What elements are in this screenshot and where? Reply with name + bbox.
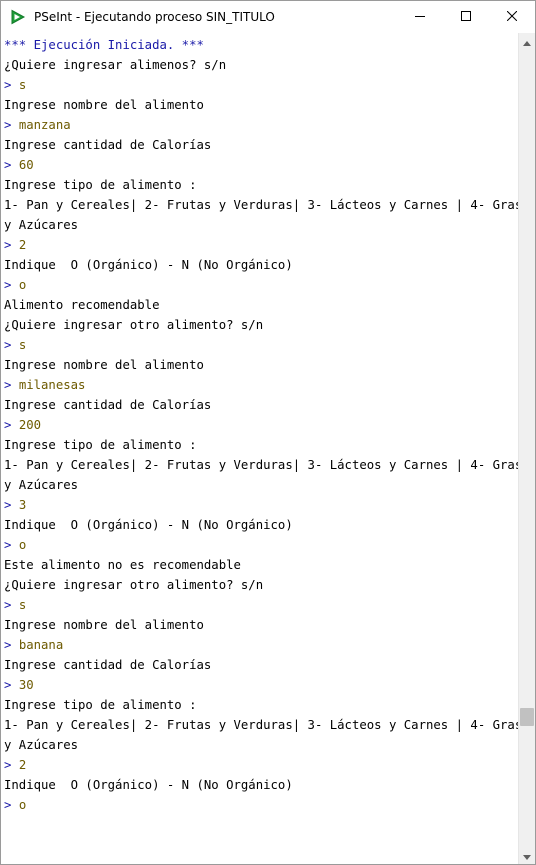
console-output-line: Ingrese cantidad de Calorías (4, 138, 212, 152)
user-input-text: o (18, 798, 27, 812)
prompt-symbol: > (4, 638, 12, 652)
prompt-symbol: > (4, 678, 12, 692)
console-output-line: Alimento recomendable (4, 298, 160, 312)
user-input-text: 60 (18, 158, 34, 172)
console-output-line: Ingrese tipo de alimento : (4, 178, 197, 192)
maximize-icon (461, 10, 471, 24)
console-output-line: Indique O (Orgánico) - N (No Orgánico) (4, 258, 293, 272)
console-output-line: Indique O (Orgánico) - N (No Orgánico) (4, 778, 293, 792)
console-output-line: Ingrese nombre del alimento (4, 618, 204, 632)
window-title: PSeInt - Ejecutando proceso SIN_TITULO (34, 9, 275, 24)
console-input-line: > 2 (4, 235, 26, 255)
prompt-symbol: > (4, 798, 12, 812)
user-input-text: manzana (18, 118, 71, 132)
console-output-line: Ingrese cantidad de Calorías (4, 658, 212, 672)
console-input-line: > 30 (4, 675, 34, 695)
prompt-symbol: > (4, 758, 12, 772)
prompt-symbol: > (4, 418, 12, 432)
console-output-line: ¿Quiere ingresar otro alimento? s/n (4, 318, 264, 332)
console-output-line: Este alimento no es recomendable (4, 558, 241, 572)
user-input-text: 2 (18, 238, 27, 252)
scroll-down-button[interactable] (519, 847, 535, 864)
console-output-line: Indique O (Orgánico) - N (No Orgánico) (4, 518, 293, 532)
pseint-app-icon (10, 9, 26, 25)
console-output-line: 1- Pan y Cereales| 2- Frutas y Verduras|… (4, 198, 518, 212)
scroll-up-button[interactable] (519, 33, 535, 50)
close-icon (506, 10, 518, 24)
user-input-text: 200 (18, 418, 42, 432)
console-input-line: > 200 (4, 415, 41, 435)
console-output-line: y Azúcares (4, 738, 79, 752)
prompt-symbol: > (4, 538, 12, 552)
user-input-text: o (18, 538, 27, 552)
prompt-symbol: > (4, 238, 12, 252)
console-input-line: > o (4, 795, 26, 815)
console-input-line: > 2 (4, 755, 26, 775)
console-output-line: y Azúcares (4, 478, 79, 492)
console-output-line: Ingrese tipo de alimento : (4, 698, 197, 712)
console-input-line: > s (4, 595, 26, 615)
scroll-down-arrow-icon (523, 847, 531, 865)
user-input-text: 3 (18, 498, 27, 512)
maximize-button[interactable] (443, 1, 489, 32)
console-output-line: y Azúcares (4, 218, 79, 232)
scroll-up-arrow-icon (523, 33, 531, 51)
console-output-line: ¿Quiere ingresar alimenos? s/n (4, 58, 227, 72)
user-input-text: banana (18, 638, 64, 652)
minimize-icon (415, 10, 425, 24)
user-input-text: o (18, 278, 27, 292)
console-output-line: 1- Pan y Cereales| 2- Frutas y Verduras|… (4, 718, 518, 732)
console-output-line: Ingrese nombre del alimento (4, 358, 204, 372)
user-input-text: milanesas (18, 378, 86, 392)
console-output-line: Ingrese cantidad de Calorías (4, 398, 212, 412)
user-input-text: s (18, 78, 27, 92)
user-input-text: s (18, 598, 27, 612)
console-input-line: > 3 (4, 495, 26, 515)
prompt-symbol: > (4, 498, 12, 512)
prompt-symbol: > (4, 78, 12, 92)
prompt-symbol: > (4, 158, 12, 172)
prompt-symbol: > (4, 338, 12, 352)
console-input-line: > o (4, 275, 26, 295)
console-input-line: > manzana (4, 115, 71, 135)
scrollbar-thumb[interactable] (520, 708, 534, 726)
console-input-line: > milanesas (4, 375, 85, 395)
console-input-line: > banana (4, 635, 63, 655)
prompt-symbol: > (4, 278, 12, 292)
prompt-symbol: > (4, 598, 12, 612)
close-button[interactable] (489, 1, 535, 32)
minimize-button[interactable] (397, 1, 443, 32)
user-input-text: s (18, 338, 27, 352)
console-input-line: > s (4, 335, 26, 355)
console-input-line: > o (4, 535, 26, 555)
console-output[interactable]: *** Ejecución Iniciada. *** ¿Quiere ingr… (1, 33, 518, 864)
title-bar[interactable]: PSeInt - Ejecutando proceso SIN_TITULO (1, 1, 535, 32)
console-output-line: Ingrese nombre del alimento (4, 98, 204, 112)
console-output-line: ¿Quiere ingresar otro alimento? s/n (4, 578, 264, 592)
console-output-line: Ingrese tipo de alimento : (4, 438, 197, 452)
prompt-symbol: > (4, 118, 12, 132)
prompt-symbol: > (4, 378, 12, 392)
console-input-line: > 60 (4, 155, 34, 175)
pseint-execution-window: PSeInt - Ejecutando proceso SIN_TITULO *… (0, 0, 536, 865)
console-input-line: > s (4, 75, 26, 95)
vertical-scrollbar[interactable] (518, 33, 535, 864)
console-output-line: 1- Pan y Cereales| 2- Frutas y Verduras|… (4, 458, 518, 472)
execution-header: *** Ejecución Iniciada. *** (4, 38, 204, 52)
user-input-text: 2 (18, 758, 27, 772)
user-input-text: 30 (18, 678, 34, 692)
